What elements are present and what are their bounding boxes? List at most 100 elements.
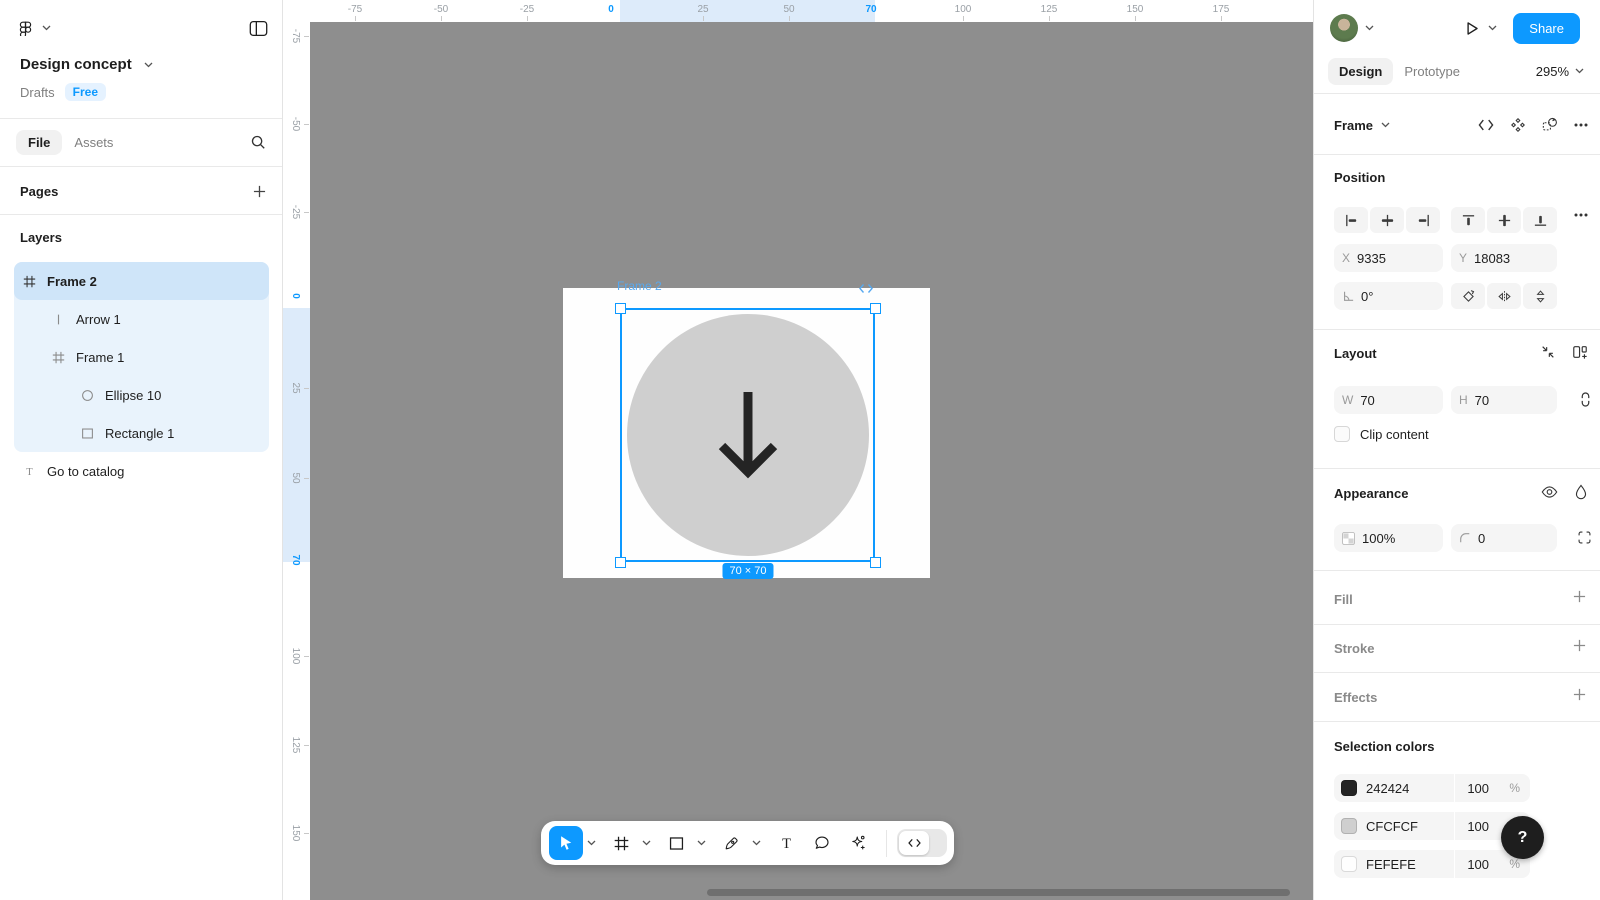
- visibility-eye-icon[interactable]: [1541, 485, 1558, 499]
- color-hex-value[interactable]: 242424: [1366, 781, 1454, 796]
- align-bottom-icon[interactable]: [1523, 207, 1557, 233]
- color-opacity-value[interactable]: 100: [1455, 857, 1507, 872]
- color-swatch[interactable]: [1341, 856, 1357, 872]
- use-as-mask-icon[interactable]: [1542, 117, 1558, 133]
- color-hex-value[interactable]: FEFEFE: [1366, 857, 1454, 872]
- canvas[interactable]: Frame 2 70 × 70 -75-50-25025507010012515…: [283, 0, 1313, 900]
- align-v-center-icon[interactable]: [1487, 207, 1521, 233]
- flip-horizontal-icon[interactable]: [1487, 283, 1521, 309]
- file-location[interactable]: Drafts: [20, 85, 55, 100]
- ruler-top-label: 50: [783, 4, 794, 15]
- vertical-align-group: [1451, 207, 1557, 233]
- collapse-sidebar-icon[interactable]: [249, 20, 268, 37]
- element-type-chevron-icon[interactable]: [1381, 122, 1390, 128]
- pen-tool[interactable]: [714, 826, 748, 860]
- clip-content-label[interactable]: Clip content: [1360, 427, 1429, 442]
- file-title[interactable]: Design concept: [20, 56, 132, 73]
- main-menu-chevron-icon[interactable]: [42, 25, 51, 31]
- horizontal-scrollbar[interactable]: [707, 889, 1290, 896]
- add-auto-layout-icon[interactable]: [1572, 344, 1588, 360]
- selection-color-row[interactable]: FEFEFE100%: [1334, 850, 1530, 878]
- more-options-icon[interactable]: [1574, 123, 1588, 127]
- present-play-icon[interactable]: [1463, 20, 1480, 37]
- layer-row-frame-1[interactable]: Frame 1: [14, 338, 269, 376]
- move-tool-chevron-icon[interactable]: [584, 826, 599, 860]
- file-title-chevron-icon[interactable]: [144, 62, 153, 68]
- rotate-icon[interactable]: [1451, 283, 1485, 309]
- copy-as-code-icon[interactable]: [1478, 119, 1494, 131]
- tab-file[interactable]: File: [16, 130, 62, 155]
- corner-radius-field[interactable]: 0: [1451, 524, 1557, 552]
- flip-vertical-icon[interactable]: [1523, 283, 1557, 309]
- selection-handle-se[interactable]: [870, 557, 881, 568]
- w-label: W: [1342, 393, 1353, 407]
- position-more-icon[interactable]: [1574, 213, 1588, 217]
- constrain-proportions-icon[interactable]: [1579, 391, 1592, 408]
- color-swatch[interactable]: [1341, 780, 1357, 796]
- add-fill-icon[interactable]: [1573, 590, 1586, 603]
- add-stroke-icon[interactable]: [1573, 639, 1586, 652]
- canvas-frame-label[interactable]: Frame 2: [617, 279, 662, 293]
- layer-row-ellipse-10[interactable]: Ellipse 10: [14, 376, 269, 414]
- selection-color-row[interactable]: 242424100%: [1334, 774, 1530, 802]
- height-field[interactable]: H 70: [1451, 386, 1557, 414]
- selection-box[interactable]: [620, 308, 875, 562]
- pages-header[interactable]: Pages: [20, 184, 58, 199]
- width-field[interactable]: W 70: [1334, 386, 1443, 414]
- share-button[interactable]: Share: [1513, 13, 1580, 44]
- figma-logo-icon[interactable]: [18, 21, 33, 36]
- align-top-icon[interactable]: [1451, 207, 1485, 233]
- selection-handle-ne[interactable]: [870, 303, 881, 314]
- comment-tool[interactable]: [805, 826, 839, 860]
- frame-tool-chevron-icon[interactable]: [639, 826, 654, 860]
- h-value: 70: [1475, 393, 1489, 408]
- selection-handle-nw[interactable]: [615, 303, 626, 314]
- color-opacity-value[interactable]: 100: [1455, 819, 1507, 834]
- avatar-chevron-icon[interactable]: [1365, 25, 1374, 31]
- selection-handle-sw[interactable]: [615, 557, 626, 568]
- layer-row-rectangle-1[interactable]: Rectangle 1: [14, 414, 269, 452]
- opacity-field[interactable]: 100%: [1334, 524, 1443, 552]
- selected-element-type[interactable]: Frame: [1334, 118, 1373, 133]
- rectangle-layer-icon: [80, 427, 94, 440]
- x-position-field[interactable]: X 9335: [1334, 244, 1443, 272]
- color-opacity-unit: %: [1509, 781, 1520, 795]
- align-h-center-icon[interactable]: [1370, 207, 1404, 233]
- create-component-icon[interactable]: [1510, 117, 1526, 133]
- rotation-field[interactable]: 0°: [1334, 282, 1443, 310]
- search-icon[interactable]: [250, 134, 266, 150]
- color-opacity-value[interactable]: 100: [1455, 781, 1507, 796]
- blend-mode-droplet-icon[interactable]: [1574, 484, 1588, 500]
- add-page-icon[interactable]: [253, 185, 266, 198]
- align-right-icon[interactable]: [1406, 207, 1440, 233]
- color-hex-value[interactable]: CFCFCF: [1366, 819, 1454, 834]
- align-left-icon[interactable]: [1334, 207, 1368, 233]
- resize-to-fit-icon[interactable]: [1540, 344, 1556, 360]
- color-swatch[interactable]: [1341, 818, 1357, 834]
- ruler-left-label: 125: [290, 737, 301, 754]
- move-tool[interactable]: [549, 826, 583, 860]
- tab-assets[interactable]: Assets: [62, 130, 125, 155]
- tab-design[interactable]: Design: [1328, 58, 1393, 85]
- shape-tool[interactable]: [659, 826, 693, 860]
- frame-tool[interactable]: [604, 826, 638, 860]
- help-button[interactable]: ?: [1501, 816, 1544, 859]
- add-effect-icon[interactable]: [1573, 688, 1586, 701]
- layer-row-arrow-1[interactable]: Arrow 1: [14, 300, 269, 338]
- independent-corners-icon[interactable]: [1577, 530, 1592, 545]
- shape-tool-chevron-icon[interactable]: [694, 826, 709, 860]
- present-chevron-icon[interactable]: [1488, 25, 1497, 31]
- user-avatar[interactable]: [1330, 14, 1358, 42]
- layer-row-go-to-catalog[interactable]: TGo to catalog: [14, 452, 269, 490]
- clip-content-checkbox[interactable]: [1334, 426, 1350, 442]
- text-tool[interactable]: T: [769, 826, 803, 860]
- dev-mode-toggle[interactable]: [897, 829, 947, 857]
- layer-row-frame-2[interactable]: Frame 2: [14, 262, 269, 300]
- pen-tool-chevron-icon[interactable]: [749, 826, 764, 860]
- tab-prototype[interactable]: Prototype: [1393, 58, 1471, 85]
- zoom-control[interactable]: 295%: [1536, 64, 1584, 79]
- actions-tool[interactable]: [841, 826, 875, 860]
- plan-badge[interactable]: Free: [65, 83, 106, 101]
- y-position-field[interactable]: Y 18083: [1451, 244, 1557, 272]
- frame-code-icon[interactable]: [859, 283, 873, 294]
